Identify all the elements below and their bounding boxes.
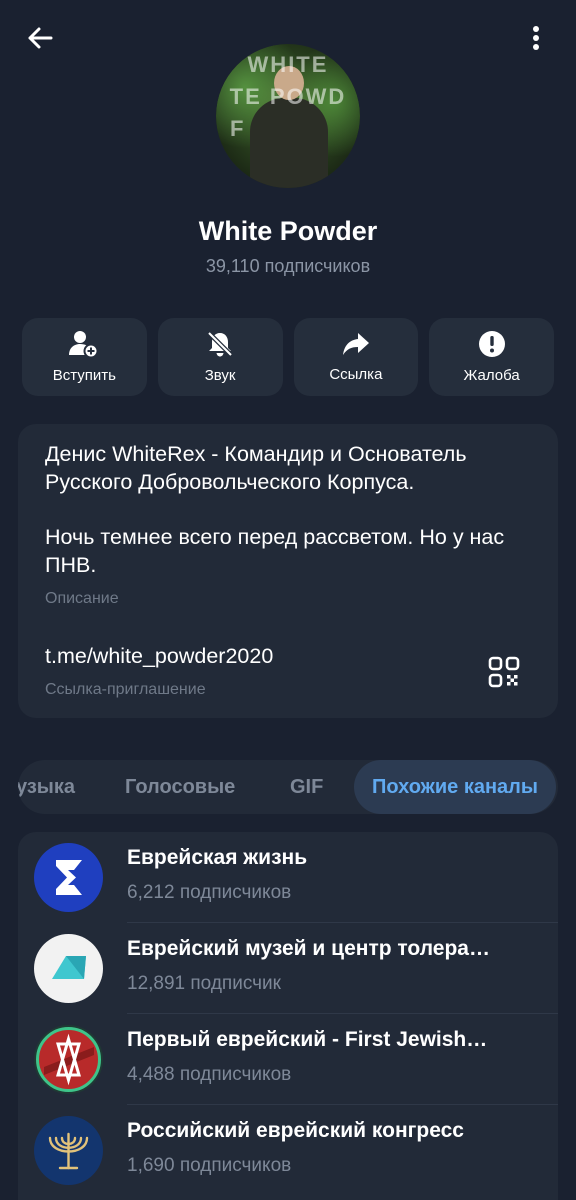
subscriber-count: 39,110 подписчиков: [205, 256, 371, 276]
more-vertical-icon: [533, 26, 539, 50]
join-button[interactable]: Вступить: [22, 318, 147, 396]
description-paragraph-2: Ночь темнее всего перед рассветом. Но у …: [45, 525, 505, 577]
report-button[interactable]: Жалоба: [429, 318, 554, 396]
list-item[interactable]: Российский еврейский конгресс 1,690 подп…: [18, 1105, 558, 1196]
channel-name: Еврейская жизнь: [127, 846, 308, 869]
channel-title: White Powder: [198, 216, 378, 246]
description-label: Описание: [45, 590, 119, 607]
share-link-button[interactable]: Ссылка: [293, 318, 419, 396]
red-star-logo-icon: [36, 1027, 101, 1092]
avatar-watermark-line-1: WHITE: [247, 52, 329, 77]
share-arrow-icon: [342, 333, 369, 355]
channel-info-card: Денис WhiteRex - Командир и Основатель Р…: [18, 424, 558, 718]
cyan-shape-logo-icon: [52, 956, 86, 979]
channel-subscribers: 4,488 подписчиков: [127, 1064, 292, 1085]
qr-code-icon: [488, 656, 520, 688]
avatar-watermark-line-2: TE POWD: [229, 84, 347, 109]
list-item[interactable]: Первый еврейский - First Jewish… 4,488 п…: [18, 1014, 558, 1105]
more-options-button[interactable]: [518, 20, 554, 56]
bell-off-icon: [207, 331, 233, 357]
arrow-left-icon: [28, 27, 53, 49]
tab-music[interactable]: узыка: [18, 760, 75, 814]
channel-avatar-small: [34, 934, 103, 1003]
exclamation-circle-icon: [478, 331, 505, 357]
channel-avatar-small: [34, 1116, 103, 1185]
avatar-watermark-line-3: F: [230, 116, 246, 141]
letter-e-logo-icon: [56, 860, 82, 895]
description-paragraph-1: Денис WhiteRex - Командир и Основатель Р…: [45, 442, 467, 494]
media-tabs: узыка Голосовые GIF Похожие каналы: [18, 760, 558, 814]
mute-button-label: Звук: [204, 367, 236, 384]
avatar-figure-body: [250, 98, 328, 188]
join-button-label: Вступить: [52, 367, 116, 384]
channel-avatar-small: [34, 843, 103, 912]
channel-avatar[interactable]: WHITE TE POWD F: [216, 44, 360, 188]
tab-voice[interactable]: Голосовые: [125, 760, 235, 814]
channel-subscribers: 12,891 подписчик: [127, 973, 281, 994]
add-user-icon: [69, 331, 99, 358]
mute-button[interactable]: Звук: [157, 318, 283, 396]
report-button-label: Жалоба: [463, 367, 520, 384]
similar-channels-list: Еврейская жизнь 6,212 подписчиков Еврейс…: [18, 832, 558, 1200]
list-item[interactable]: Еврейский музей и центр толера… 12,891 п…: [18, 923, 558, 1014]
tab-similar-channels[interactable]: Похожие каналы: [354, 760, 556, 814]
list-item[interactable]: Еврейская жизнь 6,212 подписчиков: [18, 832, 558, 923]
channel-subscribers: 1,690 подписчиков: [127, 1155, 292, 1176]
invite-link-label: Ссылка-приглашение: [45, 681, 206, 698]
action-buttons: Вступить Звук Ссылка Жалоба: [22, 318, 554, 396]
channel-name: Еврейский музей и центр толера…: [127, 937, 490, 960]
channel-avatar-small: [34, 1025, 103, 1094]
channel-subscribers: 6,212 подписчиков: [127, 882, 292, 903]
channel-name: Российский еврейский конгресс: [127, 1119, 464, 1142]
share-link-label: Ссылка: [329, 366, 383, 383]
qr-code-button[interactable]: [488, 656, 520, 688]
tab-gif[interactable]: GIF: [290, 760, 323, 814]
channel-name: Первый еврейский - First Jewish…: [127, 1028, 488, 1051]
back-button[interactable]: [22, 20, 58, 56]
invite-link[interactable]: t.me/white_powder2020: [45, 644, 273, 669]
channel-description: Денис WhiteRex - Командир и Основатель Р…: [45, 440, 535, 606]
menorah-logo-icon: [48, 1132, 89, 1170]
